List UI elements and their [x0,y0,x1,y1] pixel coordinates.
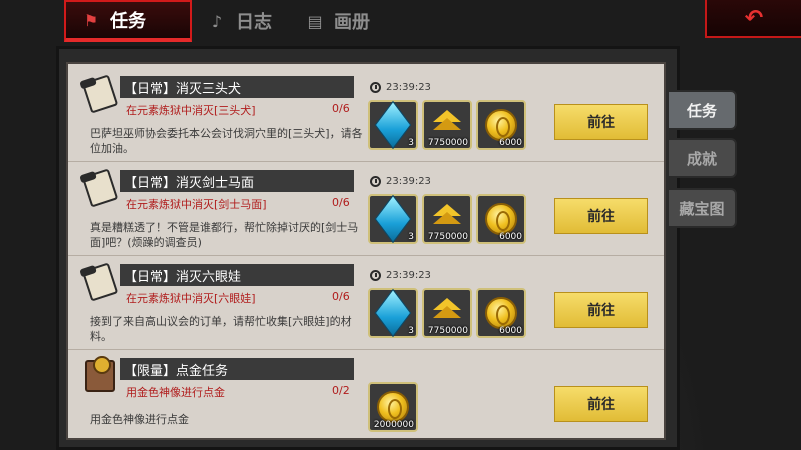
quest-flag-icon: ⚑ [83,10,99,30]
gold-coin-icon [377,391,409,423]
top-tab-bar: ⚑ 任务 ♪ 日志 ▤ 画册 [64,0,388,42]
tab-label: 任务 [110,11,146,32]
go-button[interactable]: 前往 [554,104,648,140]
reward-item[interactable]: 6000 [476,100,526,150]
exp-chevron-icon [429,204,465,234]
quest-objective: 在元素炼狱中消灭[六眼娃] [126,292,256,305]
quest-title: 【日常】消灭三头犬 [120,76,354,98]
quest-timer: 23:39:23 [370,176,431,187]
reward-item[interactable]: 6000 [476,288,526,338]
clock-icon [370,176,381,187]
side-tab-treasure-map[interactable]: 藏宝图 [667,188,737,228]
reward-item[interactable]: 2000000 [368,382,418,432]
reward-item[interactable]: 6000 [476,194,526,244]
tab-log[interactable]: ♪ 日志 [192,0,290,42]
quest-title: 【限量】点金任务 [120,358,354,380]
reward-item[interactable]: 7750000 [422,100,472,150]
back-button[interactable]: ↶ [705,0,801,38]
scroll-icon [80,262,120,302]
bell-icon: ♪ [211,11,223,31]
reward-item[interactable]: 7750000 [422,288,472,338]
scroll-icon [80,168,120,208]
reward-qty: 6000 [499,138,522,148]
reward-qty: 7750000 [427,326,468,336]
quest-objective: 在元素炼狱中消灭[三头犬] [126,104,256,117]
quest-row: 【日常】消灭剑士马面 在元素炼狱中消灭[剑士马面] 0/6 真是糟糕透了！不管是… [68,162,664,256]
reward-qty: 3 [408,232,414,242]
reward-qty: 3 [408,326,414,336]
side-tab-achievements[interactable]: 成就 [667,138,737,178]
quest-row: 【日常】消灭六眼娃 在元素炼狱中消灭[六眼娃] 0/6 接到了来自高山议会的订单… [68,256,664,350]
quest-progress: 0/2 [332,384,350,397]
quest-title: 【日常】消灭六眼娃 [120,264,354,286]
quest-description: 用金色神像进行点金 [90,413,189,426]
quest-description: 接到了来自高山议会的订单，请帮忙收集[六眼娃]的材料。 [90,315,352,343]
reward-qty: 2000000 [373,420,414,430]
timer-text: 23:39:23 [386,270,431,281]
reward-qty: 6000 [499,326,522,336]
back-arrow-icon: ↶ [744,5,764,31]
blue-gem-icon [374,288,412,338]
blue-gem-icon [374,194,412,244]
quest-timer: 23:39:23 [370,82,431,93]
quest-row: 【限量】点金任务 用金色神像进行点金 0/2 用金色神像进行点金 2000000… [68,350,664,438]
quest-progress: 0/6 [332,196,350,209]
gold-coin-icon [485,297,517,329]
reward-qty: 6000 [499,232,522,242]
reward-qty: 3 [408,138,414,148]
quest-description: 巴萨坦巫师协会委托本公会讨伐洞穴里的[三头犬]，请各位加油。 [90,127,363,155]
reward-item[interactable]: 3 [368,288,418,338]
quest-progress: 0/6 [332,102,350,115]
tab-quests[interactable]: ⚑ 任务 [64,0,192,42]
quest-row: 【日常】消灭三头犬 在元素炼狱中消灭[三头犬] 0/6 巴萨坦巫师协会委托本公会… [68,68,664,162]
side-tab-quests[interactable]: 任务 [667,90,737,130]
album-icon: ▤ [307,11,323,31]
exp-chevron-icon [429,110,465,140]
quest-progress: 0/6 [332,290,350,303]
tab-label: 画册 [334,12,370,33]
blue-gem-icon [374,100,412,150]
side-tab-label: 成就 [686,149,717,168]
side-tab-label: 藏宝图 [679,199,725,218]
go-button[interactable]: 前往 [554,292,648,328]
quest-list-panel[interactable]: 【日常】消灭三头犬 在元素炼狱中消灭[三头犬] 0/6 巴萨坦巫师协会委托本公会… [66,62,666,440]
tab-label: 日志 [236,12,272,33]
tab-album[interactable]: ▤ 画册 [290,0,388,42]
quest-description: 真是糟糕透了！不管是谁都行，帮忙除掉讨厌的[剑士马面]吧？(烦躁的调查员) [90,221,359,249]
quest-objective: 用金色神像进行点金 [126,386,225,399]
clock-icon [370,82,381,93]
quest-title: 【日常】消灭剑士马面 [120,170,354,192]
reward-item[interactable]: 3 [368,100,418,150]
gold-book-icon [80,356,120,396]
reward-item[interactable]: 3 [368,194,418,244]
scroll-icon [80,74,120,114]
exp-chevron-icon [429,298,465,328]
reward-qty: 7750000 [427,138,468,148]
timer-text: 23:39:23 [386,82,431,93]
reward-qty: 7750000 [427,232,468,242]
gold-coin-icon [485,203,517,235]
reward-item[interactable]: 7750000 [422,194,472,244]
gold-coin-icon [485,109,517,141]
quest-timer: 23:39:23 [370,270,431,281]
clock-icon [370,270,381,281]
timer-text: 23:39:23 [386,176,431,187]
quest-objective: 在元素炼狱中消灭[剑士马面] [126,198,267,211]
go-button[interactable]: 前往 [554,386,648,422]
side-tab-label: 任务 [686,101,717,120]
go-button[interactable]: 前往 [554,198,648,234]
